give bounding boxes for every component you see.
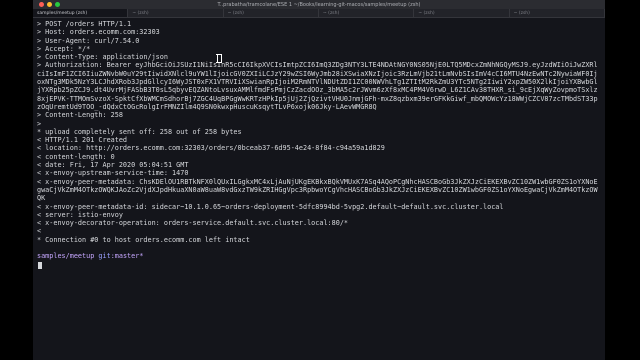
terminal-line: > Host: orders.ecomm.com:32303 xyxy=(37,28,160,37)
terminal-line: > Content-Type: application/json xyxy=(37,53,168,62)
terminal-line: < x-envoy-peer-metadata-id: sidecar~10.1… xyxy=(37,202,504,211)
tab-label: ~ (zsh) xyxy=(227,10,244,16)
terminal-output[interactable]: > POST /orders HTTP/1.1 > Host: orders.e… xyxy=(37,20,601,348)
tab-label: ~ (zsh) xyxy=(513,10,530,16)
terminal-line: < HTTP/1.1 201 Created xyxy=(37,136,128,145)
tab-label: samples/meetup (zsh) xyxy=(37,10,88,16)
prompt-git: git xyxy=(98,252,111,261)
terminal-line: > User-Agent: curl/7.54.0 xyxy=(37,36,140,45)
terminal-line: < x-envoy-upstream-service-time: 1470 xyxy=(37,169,189,178)
terminal-line: > xyxy=(37,119,42,128)
terminal-line: * Connection #0 to host orders.ecomm.com… xyxy=(37,235,250,244)
terminal-line: > Authorization: Bearer eyJhbGciOiJSUzI1… xyxy=(37,61,598,111)
terminal-line: * upload completely sent off: 258 out of… xyxy=(37,127,242,136)
window-title: T..prabatha/tramcolane/ESE 1 ~/Books/lea… xyxy=(217,1,421,8)
terminal-line: < content-length: 0 xyxy=(37,152,115,161)
tab-bar: samples/meetup (zsh) ~ (zsh) ~ (zsh) ~ (… xyxy=(33,9,605,18)
tab-label: ~ (zsh) xyxy=(418,10,435,16)
shell-prompt[interactable]: samples/meetup git:master* xyxy=(37,252,601,260)
prompt-path: /meetup xyxy=(65,252,95,261)
terminal-line: < location: http://orders.ecomm.com:3230… xyxy=(37,144,385,153)
ibeam-top xyxy=(216,54,221,55)
title-bar: T..prabatha/tramcolane/ESE 1 ~/Books/lea… xyxy=(33,0,605,9)
tab-label: ~ (zsh) xyxy=(132,10,149,16)
tab-5[interactable]: ~ (zsh) xyxy=(414,9,510,17)
ibeam-bottom xyxy=(216,62,221,63)
tab-4[interactable]: ~ (zsh) xyxy=(319,9,415,17)
tab-1[interactable]: samples/meetup (zsh) xyxy=(33,9,129,17)
terminal-line: < x-envoy-peer-metadata: ChsKDElOU1RBTkN… xyxy=(37,177,598,203)
prompt-directory: samples xyxy=(37,252,66,261)
terminal-window: T..prabatha/tramcolane/ESE 1 ~/Books/lea… xyxy=(33,0,605,360)
tab-6[interactable]: ~ (zsh) xyxy=(510,9,605,17)
terminal-line: < server: istio-envoy xyxy=(37,210,123,219)
ibeam-pointer-icon xyxy=(216,54,222,63)
terminal-line: < x-envoy-decorator-operation: orders-se… xyxy=(37,219,348,228)
tab-3[interactable]: ~ (zsh) xyxy=(224,9,319,17)
terminal-line: > POST /orders HTTP/1.1 xyxy=(37,20,132,28)
prompt-branch: :master* xyxy=(110,252,144,261)
terminal-line: > Content-Length: 258 xyxy=(37,111,123,120)
terminal-line: < xyxy=(37,227,42,236)
tab-2[interactable]: ~ (zsh) xyxy=(128,9,224,17)
text-cursor xyxy=(38,261,42,269)
terminal-line: < date: Fri, 17 Apr 2020 05:04:51 GMT xyxy=(37,161,189,170)
input-line[interactable] xyxy=(37,261,601,269)
terminal-line: > Accept: */* xyxy=(37,44,91,53)
tab-label: ~ (zsh) xyxy=(322,10,340,16)
